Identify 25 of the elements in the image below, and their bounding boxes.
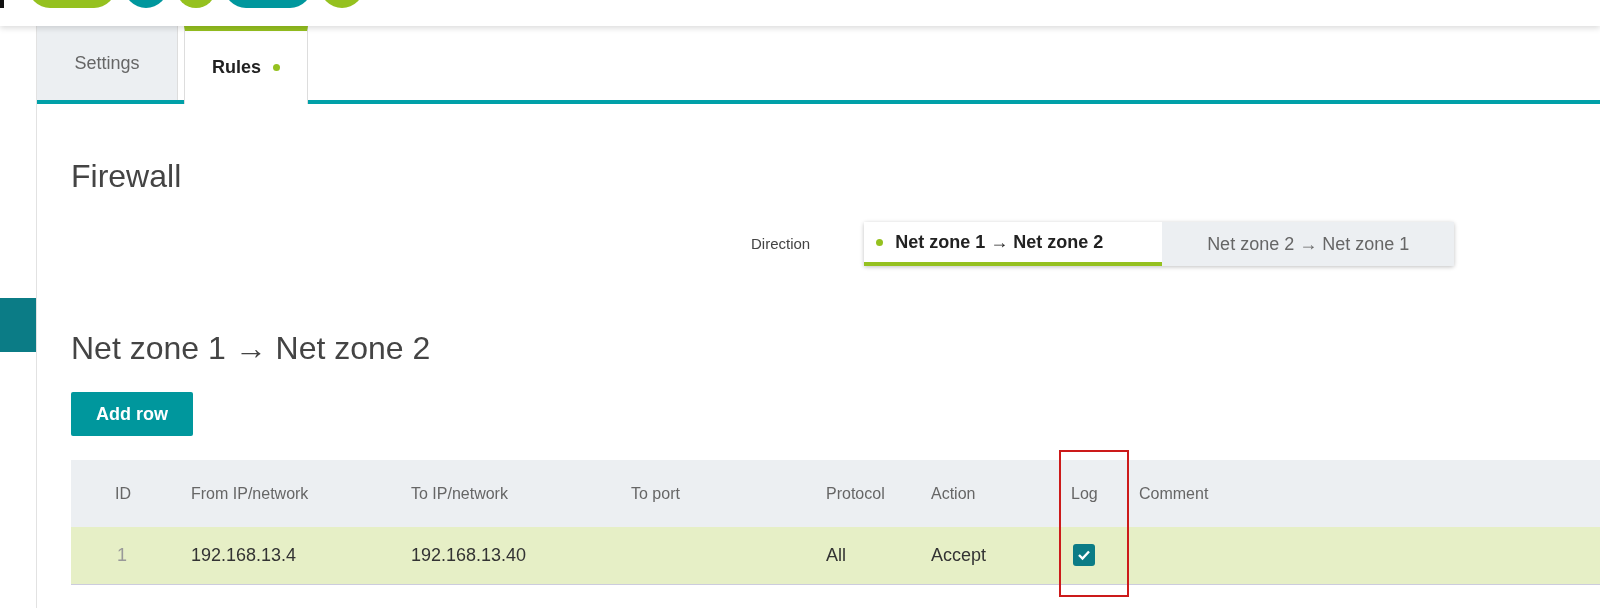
- section-title: Net zone 1 → Net zone 2: [71, 332, 432, 364]
- table-cell: All: [826, 545, 846, 565]
- table-cell: Accept: [931, 545, 987, 565]
- log-checkbox[interactable]: [1073, 543, 1095, 566]
- table-cell: 192.168.13.4: [191, 545, 297, 565]
- direction-label: Direction: [751, 233, 811, 254]
- side-marker: [0, 298, 36, 352]
- column-header: Action: [931, 484, 976, 502]
- column-header: To IP/network: [411, 484, 508, 502]
- add-row-button[interactable]: Add row: [71, 392, 193, 436]
- table-cell: 1: [117, 545, 127, 565]
- column-header: Protocol: [826, 484, 885, 502]
- direction-option[interactable]: Net zone 1 → Net zone 2: [864, 222, 1163, 266]
- tab[interactable]: Rules: [184, 26, 308, 104]
- column-header: To port: [631, 484, 680, 502]
- column-header: Log: [1071, 484, 1098, 502]
- checkmark-icon: [1077, 548, 1091, 561]
- table-row[interactable]: 1 192.168.13.4 192.168.13.40 All Accept: [71, 527, 1600, 585]
- column-header: ID: [115, 484, 131, 502]
- direction-option[interactable]: Net zone 2 → Net zone 1: [1162, 222, 1455, 266]
- table-cell: 192.168.13.40: [411, 545, 527, 565]
- tab[interactable]: Settings: [37, 26, 178, 100]
- column-header: Comment: [1139, 484, 1209, 502]
- page-title: Firewall: [71, 160, 183, 192]
- column-header: From IP/network: [191, 484, 309, 502]
